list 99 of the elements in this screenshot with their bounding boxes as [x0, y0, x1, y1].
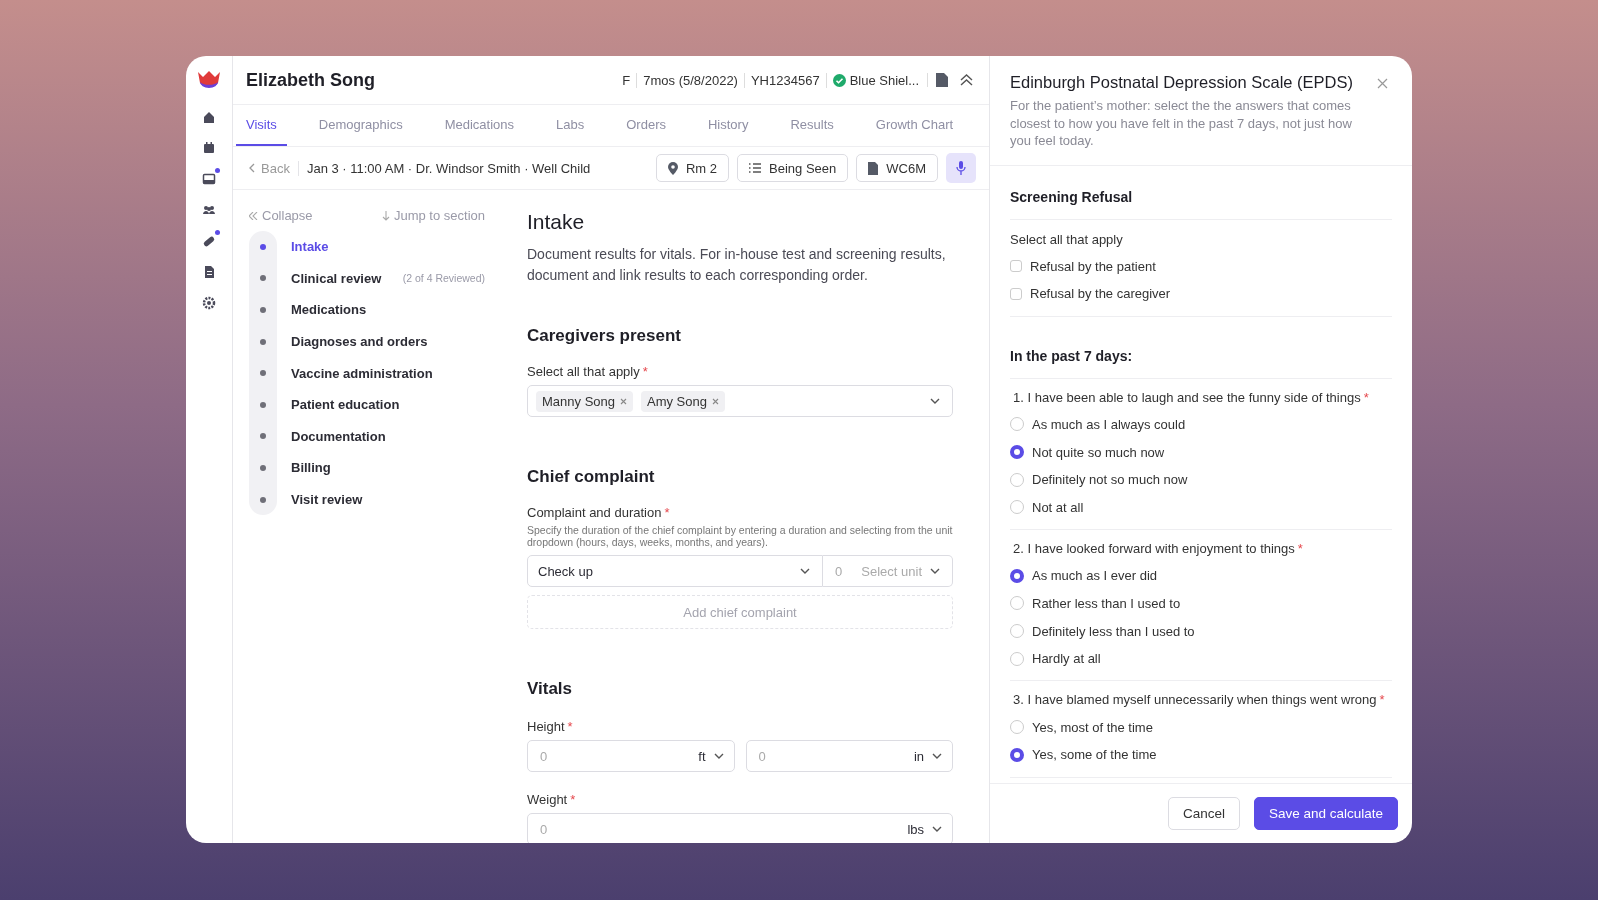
refusal-checkbox[interactable]: Refusal by the caregiver	[1010, 280, 1392, 308]
list-icon	[749, 163, 762, 173]
complaint-select[interactable]: Check up	[527, 555, 823, 587]
section-description: Document results for vitals. For in-house test and screening results, document and link results to each corresponding order.	[527, 245, 947, 285]
document-icon[interactable]	[936, 73, 948, 87]
answer-radio[interactable]: Yes, most of the time	[1010, 713, 1392, 742]
measurement-field[interactable]: 0 in	[745, 740, 953, 772]
patient-age: 7mos (5/8/2022)	[636, 72, 744, 88]
required-asterisk: *	[1379, 692, 1385, 708]
answer-radio[interactable]: Hardly at all	[1010, 644, 1392, 673]
patient-id: YH1234567	[743, 72, 826, 88]
required-asterisk: *	[570, 792, 576, 807]
required-asterisk: *	[567, 719, 573, 734]
answer-radio[interactable]: As much as I ever did	[1010, 562, 1392, 590]
double-chevron-left-icon	[249, 211, 258, 220]
group-heading: Screening Refusal	[1010, 165, 1392, 220]
duration-input[interactable]: 0	[833, 562, 855, 580]
home-icon[interactable]	[202, 110, 216, 124]
question-text: 3. I have blamed myself unnecessarily when things went wrong *	[1012, 691, 1386, 710]
section-link[interactable]: Billing	[249, 452, 521, 484]
field-label: Height *	[527, 719, 574, 734]
section-heading: Chief complaint	[527, 467, 656, 487]
field-label: Select all that apply	[1010, 231, 1124, 247]
number-input[interactable]: 0	[756, 747, 908, 765]
tab[interactable]: Visits	[236, 105, 287, 146]
panel-title: Edinburgh Postnatal Depression Scale (EPDS)	[1010, 73, 1354, 92]
chevron-left-icon	[249, 163, 255, 173]
field-label: Complaint and duration *	[527, 505, 671, 520]
answer-radio[interactable]: Definitely not so much now	[1010, 465, 1392, 494]
unit-select[interactable]: in	[913, 748, 942, 764]
required-asterisk: *	[1363, 389, 1369, 405]
help-text: Specify the duration of the chief complaint by entering a duration and selecting from the unit dropdown (hours, days, weeks, months, and years).	[527, 524, 953, 548]
question-text: 2. I have looked forward with enjoyment to things *	[1012, 540, 1304, 559]
section-link[interactable]: Documentation	[249, 420, 521, 453]
visit-code-button[interactable]: WC6M	[856, 154, 938, 182]
required-asterisk: *	[642, 364, 648, 379]
chevron-down-icon	[930, 398, 940, 404]
section-link[interactable]: Clinical review (2 of 4 Reviewed)	[249, 262, 521, 295]
question-text: 1. I have been able to laugh and see the funny side of things *	[1012, 388, 1370, 407]
group-heading: In the past 7 days:	[1010, 316, 1392, 379]
answer-radio[interactable]: Not quite so much now	[1010, 438, 1392, 466]
collapse-up-icon[interactable]	[960, 74, 973, 86]
visit-summary: Jan 3 · 11:00 AM · Dr. Windsor Smith · Well Child	[306, 160, 592, 176]
section-heading: Vitals	[527, 679, 574, 699]
logo-icon[interactable]	[197, 70, 221, 90]
measurement-field[interactable]: 0 ft	[527, 740, 735, 772]
section-link[interactable]: Medications	[249, 294, 521, 326]
section-link[interactable]: Patient education	[249, 388, 521, 421]
refusal-checkbox[interactable]: Refusal by the patient	[1010, 252, 1392, 281]
arrow-down-icon	[381, 210, 390, 221]
location-pin-icon	[668, 161, 678, 175]
save-button[interactable]: Save and calculate	[1253, 797, 1398, 830]
close-icon[interactable]	[1377, 78, 1388, 89]
calendar-icon[interactable]	[202, 141, 216, 155]
required-asterisk: *	[664, 505, 670, 520]
settings-icon[interactable]	[202, 296, 216, 310]
unit-select[interactable]: ft	[698, 748, 724, 764]
section-title: Intake	[527, 210, 586, 234]
field-label: Select all that apply *	[527, 364, 649, 379]
answer-radio[interactable]: Rather less than I used to	[1010, 589, 1392, 618]
cancel-button[interactable]: Cancel	[1167, 797, 1240, 830]
panel-description: For the patient’s mother: select the the answers that comes closest to how you have felt in the past 7 days, not just how you feel today.	[1010, 97, 1353, 150]
section-link[interactable]: Vaccine administration	[249, 357, 521, 389]
inbox-icon[interactable]	[202, 172, 216, 186]
chevron-down-icon	[800, 568, 810, 574]
caregiver-chip[interactable]: Amy Song	[641, 390, 725, 412]
section-link[interactable]: Diagnoses and orders	[249, 325, 521, 358]
room-button[interactable]: Rm 2	[656, 154, 730, 182]
people-icon[interactable]	[202, 203, 216, 217]
field-label: Weight *	[527, 792, 577, 807]
chevron-down-icon	[930, 568, 940, 574]
patient-sex: F	[621, 72, 632, 88]
patient-name: Elizabeth Song	[246, 69, 376, 91]
section-heading: Caregivers present	[527, 326, 683, 346]
caregiver-chip[interactable]: Manny Song	[536, 390, 633, 412]
microphone-button[interactable]	[946, 153, 976, 183]
answer-radio[interactable]: Not at all	[1010, 493, 1392, 522]
insurance-name: Blue Shiel...	[849, 72, 919, 88]
remove-icon[interactable]	[712, 397, 719, 405]
document-icon	[868, 161, 879, 175]
required-asterisk: *	[1297, 541, 1303, 557]
microphone-icon	[956, 161, 966, 175]
measurement-field[interactable]: 0 lbs	[527, 813, 953, 843]
status-button[interactable]: Being Seen	[737, 154, 849, 182]
document-icon[interactable]	[202, 265, 216, 279]
section-link[interactable]: Intake	[249, 231, 521, 263]
chevron-down-icon	[932, 826, 942, 832]
answer-radio[interactable]: As much as I always could	[1010, 410, 1392, 439]
answer-radio[interactable]: Yes, some of the time	[1010, 741, 1392, 769]
remove-icon[interactable]	[620, 397, 627, 405]
number-input[interactable]: 0	[538, 747, 693, 765]
chevron-down-icon	[713, 753, 724, 759]
section-link[interactable]: Visit review	[249, 483, 521, 516]
caregiver-select[interactable]: Manny Song Amy Song	[527, 385, 953, 417]
answer-radio[interactable]: Definitely less than I used to	[1010, 617, 1392, 645]
unit-select[interactable]: lbs	[907, 821, 942, 837]
review-count: (2 of 4 Reviewed)	[402, 272, 485, 285]
chevron-down-icon	[932, 753, 942, 759]
number-input[interactable]: 0	[538, 820, 902, 838]
